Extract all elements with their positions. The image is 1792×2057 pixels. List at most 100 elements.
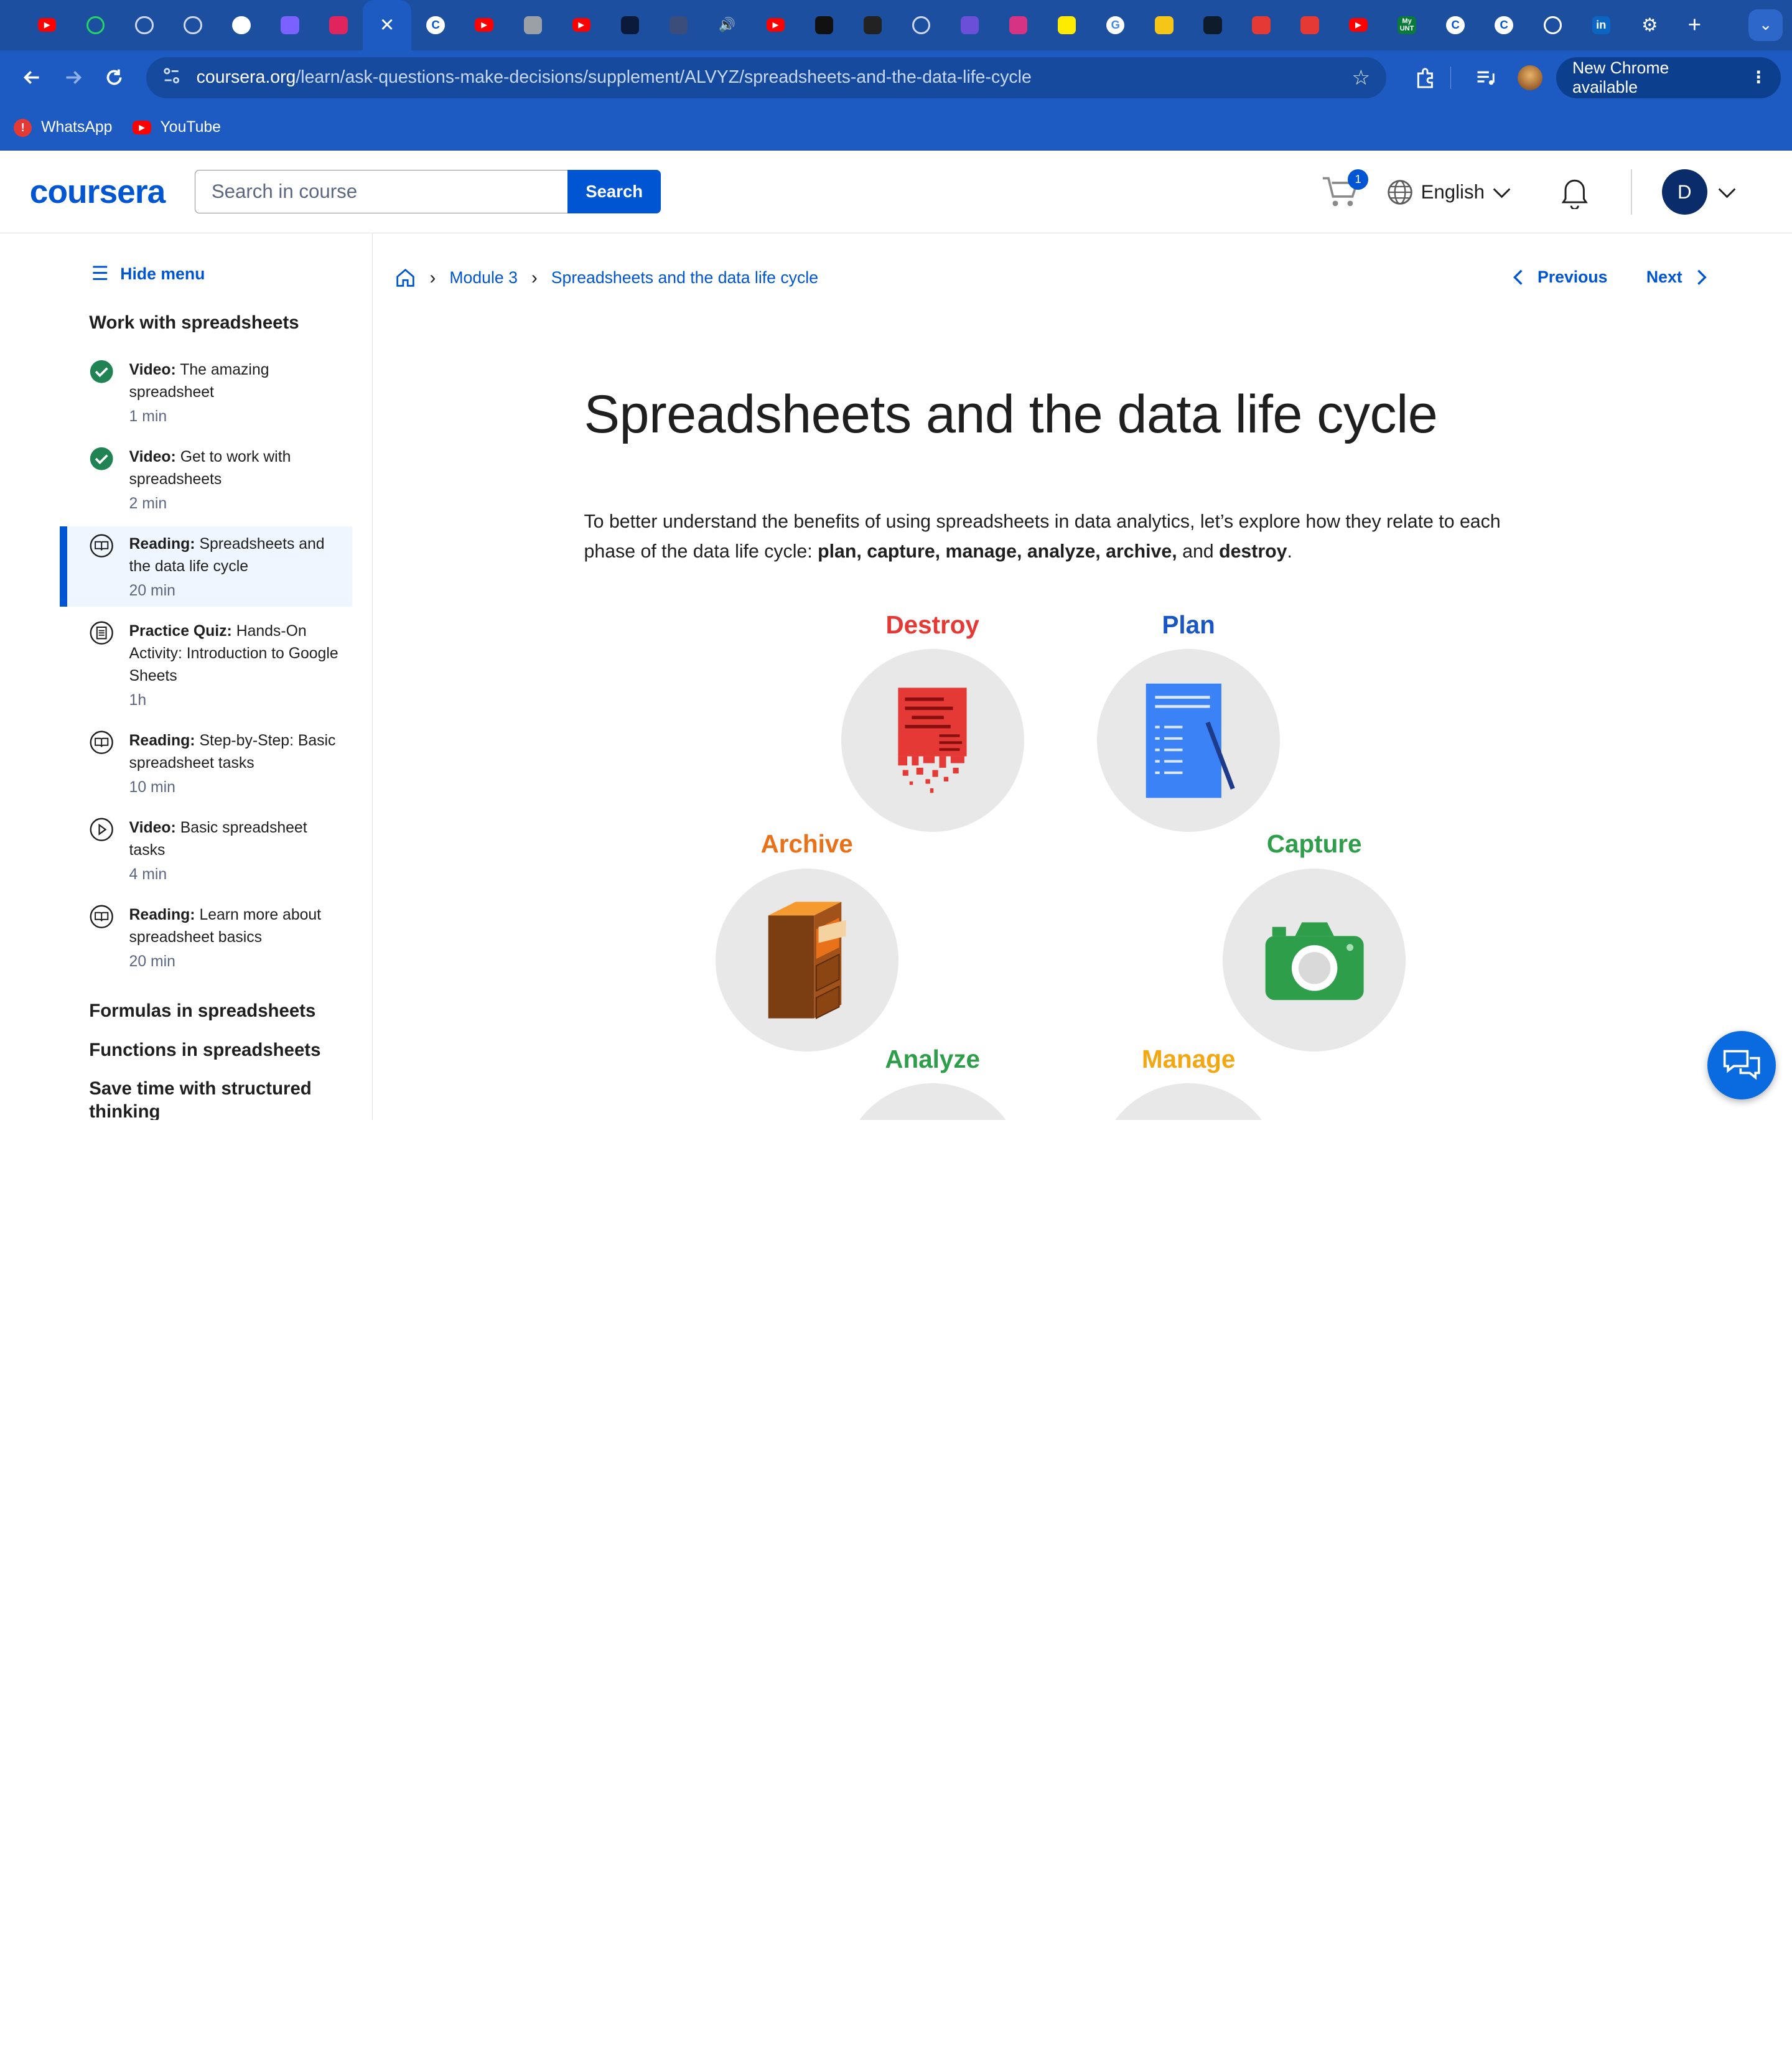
user-avatar[interactable]: D <box>1661 169 1708 215</box>
previous-button[interactable]: Previous <box>1510 267 1608 287</box>
browser-tab[interactable]: ▶ <box>751 0 800 50</box>
site-info-icon[interactable] <box>162 67 180 89</box>
extensions-button[interactable] <box>1404 57 1445 98</box>
browser-tab[interactable] <box>1188 0 1237 50</box>
tab-search-button[interactable]: ⌄ <box>1748 9 1783 42</box>
search-input[interactable] <box>195 170 567 213</box>
bookmark-youtube[interactable]: ▶ YouTube <box>133 119 221 136</box>
browser-tab[interactable] <box>120 0 169 50</box>
cart-button[interactable]: 1 <box>1320 169 1369 212</box>
browser-tab[interactable] <box>654 0 702 50</box>
cart-count-badge: 1 <box>1348 169 1369 190</box>
shredded-document-icon <box>898 688 967 793</box>
browser-tab[interactable]: ▶ <box>460 0 508 50</box>
browser-tab[interactable] <box>946 0 994 50</box>
browser-tab[interactable]: ▶ <box>1334 0 1383 50</box>
sidebar-item-type: Reading: <box>129 535 195 553</box>
profile-avatar[interactable] <box>1517 65 1543 91</box>
sidebar-item-title: Video: The amazing spreadsheet <box>129 359 341 404</box>
breadcrumb-module[interactable]: Module 3 <box>449 268 518 287</box>
item-spacer <box>0 890 372 897</box>
section-title[interactable]: Formulas in spreadsheets <box>89 1000 372 1023</box>
coursera-logo[interactable]: coursera <box>30 173 166 211</box>
sidebar-item-list: Video: The amazing spreadsheet 1 min Video… <box>0 352 372 984</box>
browser-tab[interactable] <box>266 0 314 50</box>
browser-tab[interactable] <box>508 0 557 50</box>
chrome-update-button[interactable]: New Chrome available ⋮ <box>1556 57 1781 98</box>
breadcrumb-current[interactable]: Spreadsheets and the data life cycle <box>551 268 818 287</box>
language-selector[interactable]: English <box>1386 179 1512 206</box>
hide-menu-label: Hide menu <box>120 264 205 283</box>
browser-tab[interactable]: 🔊 <box>702 0 751 50</box>
sidebar-item[interactable]: Video: The amazing spreadsheet 1 min <box>60 352 352 432</box>
browser-tab[interactable] <box>217 0 266 50</box>
browser-tab[interactable]: C <box>411 0 460 50</box>
browser-tab[interactable] <box>994 0 1043 50</box>
quiz-icon <box>90 621 114 645</box>
youtube-icon: ▶ <box>766 18 785 32</box>
browser-tab[interactable] <box>605 0 654 50</box>
previous-label: Previous <box>1538 267 1608 286</box>
address-bar[interactable]: coursera.org/learn/ask-questions-make-de… <box>146 57 1386 98</box>
browser-tab[interactable] <box>897 0 946 50</box>
sidebar-item-type: Practice Quiz: <box>129 622 232 640</box>
browser-tab[interactable]: ⚙ <box>1625 0 1674 50</box>
item-spacer <box>0 716 372 723</box>
browser-tab[interactable]: C <box>1431 0 1480 50</box>
home-icon[interactable] <box>395 268 416 288</box>
chevron-down-icon[interactable] <box>1717 185 1737 199</box>
sidebar-item[interactable]: Reading: Step-by-Step: Basic spreadsheet… <box>60 723 352 803</box>
new-tab-button[interactable]: + <box>1674 12 1715 38</box>
sidebar-item[interactable]: Reading: Learn more about spreadsheet ba… <box>60 897 352 977</box>
browser-tab[interactable] <box>849 0 897 50</box>
browser-tab[interactable]: C <box>1480 0 1528 50</box>
sidebar-item-duration: 1 min <box>129 408 167 425</box>
reload-button[interactable] <box>93 57 134 98</box>
browser-tab[interactable] <box>314 0 363 50</box>
sidebar-item[interactable]: Reading: Spreadsheets and the data life … <box>59 526 352 607</box>
notifications-button[interactable] <box>1557 175 1592 210</box>
browser-tab[interactable] <box>1043 0 1091 50</box>
youtube-icon: ▶ <box>475 18 493 32</box>
hide-menu-button[interactable]: ☰ Hide menu <box>91 263 372 285</box>
browser-tab[interactable]: My UNT <box>1383 0 1431 50</box>
browser-tab[interactable] <box>169 0 217 50</box>
bookmark-star-icon[interactable]: ☆ <box>1351 65 1370 90</box>
bookmark-whatsapp[interactable]: ! WhatsApp <box>14 118 112 137</box>
browser-tab[interactable] <box>1140 0 1188 50</box>
section-title[interactable]: Functions in spreadsheets <box>89 1039 372 1062</box>
back-button[interactable] <box>11 57 52 98</box>
github-icon <box>232 16 251 35</box>
sidebar-item-type: Reading: <box>129 732 195 749</box>
sidebar-item[interactable]: Video: Get to work with spreadsheets 2 mi… <box>60 439 352 520</box>
section-title[interactable]: Save time with structured thinking <box>89 1078 372 1120</box>
forward-button[interactable] <box>52 57 93 98</box>
browser-tab[interactable] <box>800 0 848 50</box>
browser-tab[interactable]: G <box>1091 0 1140 50</box>
media-control-button[interactable] <box>1465 57 1506 98</box>
update-label: New Chrome available <box>1572 58 1669 96</box>
label-archive: Archive <box>760 829 853 859</box>
next-button[interactable]: Next <box>1646 268 1710 287</box>
browser-tab[interactable]: ✕ <box>363 0 412 50</box>
browser-tab[interactable]: in <box>1577 0 1625 50</box>
search-button[interactable]: Search <box>567 170 661 213</box>
sidebar-item[interactable]: Video: Basic spreadsheet tasks 4 min <box>60 810 352 890</box>
sidebar-item-type: Reading: <box>129 906 195 923</box>
forward-arrow-icon <box>66 71 82 85</box>
url-host: coursera.org <box>196 67 296 88</box>
sidebar-item[interactable]: Practice Quiz: Hands-On Activity: Introd… <box>60 613 352 716</box>
site-header: coursera Search 1 English D <box>0 151 1792 233</box>
browser-tab[interactable]: ▶ <box>23 0 72 50</box>
close-icon[interactable]: ✕ <box>378 15 396 35</box>
browser-tab[interactable] <box>1237 0 1286 50</box>
linkedin-icon: in <box>1592 16 1610 35</box>
browser-tab[interactable] <box>72 0 120 50</box>
chat-button[interactable] <box>1707 1030 1776 1099</box>
browser-tab[interactable] <box>1528 0 1577 50</box>
browser-tab[interactable]: ▶ <box>557 0 605 50</box>
current-section-title[interactable]: Work with spreadsheets <box>89 312 372 334</box>
browser-tab[interactable] <box>1286 0 1334 50</box>
app-icon <box>620 16 639 35</box>
whatsapp-icon: ! <box>14 118 32 137</box>
